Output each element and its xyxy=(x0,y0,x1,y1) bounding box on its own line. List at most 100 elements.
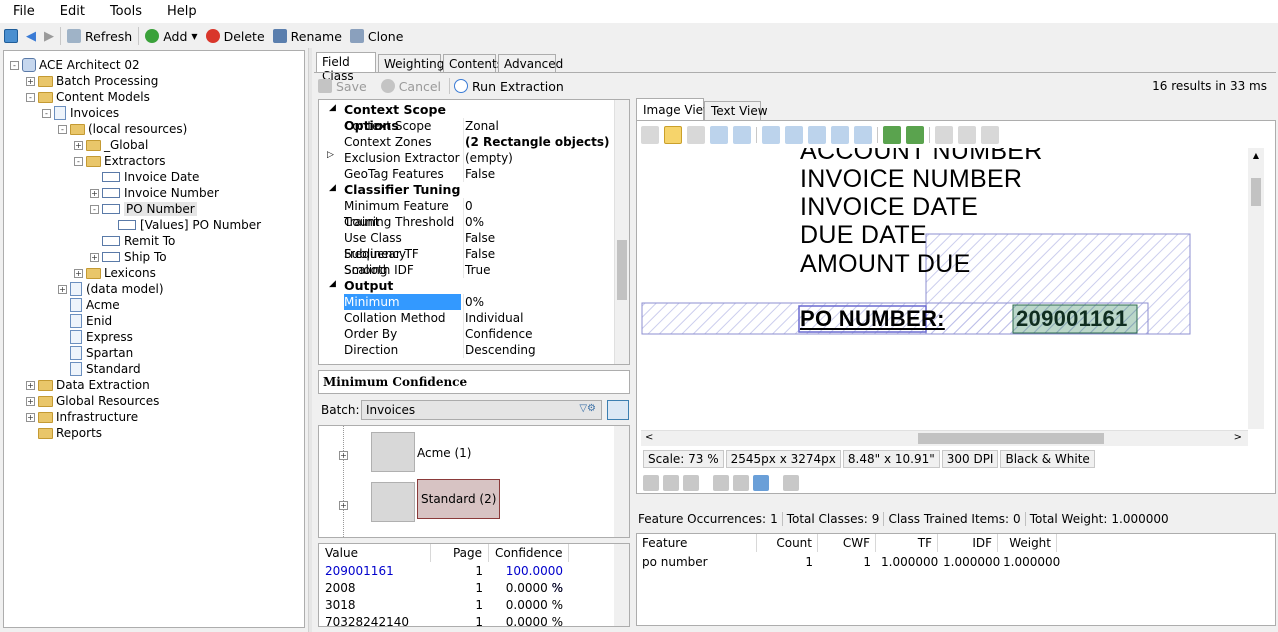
property-row[interactable]: Context Scope Zonal xyxy=(319,118,615,134)
property-value[interactable]: (empty) xyxy=(465,150,513,166)
tree-node[interactable]: Remit To xyxy=(90,233,175,249)
tree-node[interactable]: + Data Extraction xyxy=(26,377,150,393)
property-row[interactable]: Smooth IDF True xyxy=(319,262,615,278)
document-thumbnail[interactable] xyxy=(371,432,415,472)
select-zone-icon[interactable] xyxy=(687,126,705,144)
tab-weightings[interactable]: Weightings xyxy=(378,54,451,72)
zoom-in-icon[interactable] xyxy=(762,126,780,144)
column-header[interactable]: Weight xyxy=(998,534,1057,552)
property-value[interactable]: 0% xyxy=(465,294,484,310)
tab-advanced[interactable]: Advanced xyxy=(498,54,563,72)
property-row[interactable]: Order By Confidence xyxy=(319,326,615,342)
document-image[interactable]: ACCOUNT NUMBER INVOICE NUMBER INVOICE DA… xyxy=(641,148,1248,429)
property-value[interactable]: Confidence xyxy=(465,326,532,342)
scroll-thumb[interactable] xyxy=(617,240,627,300)
property-scrollbar[interactable] xyxy=(614,100,629,364)
zoom-out-icon[interactable] xyxy=(785,126,803,144)
tab-field-class[interactable]: Field Class xyxy=(316,52,376,83)
refresh-button[interactable]: Refresh xyxy=(63,25,136,47)
tree-node[interactable]: + (data model) xyxy=(58,281,164,297)
property-value[interactable]: Descending xyxy=(465,342,536,358)
filter-icon[interactable] xyxy=(683,475,699,491)
property-value[interactable]: Individual xyxy=(465,310,523,326)
expand-toggle[interactable]: + xyxy=(339,451,348,460)
clone-button[interactable]: Clone xyxy=(346,25,407,47)
add-button[interactable]: Add ▼ xyxy=(141,25,201,47)
menu-tools[interactable]: Tools xyxy=(97,4,154,19)
save-button[interactable]: Save xyxy=(336,79,367,94)
rotate-icon[interactable] xyxy=(753,475,769,491)
column-header[interactable]: Count xyxy=(757,534,818,552)
delete-button[interactable]: Delete xyxy=(202,25,269,47)
property-value[interactable]: Zonal xyxy=(465,118,499,134)
zoom-actual-icon[interactable] xyxy=(854,126,872,144)
feature-grid[interactable]: Feature Count CWF TF IDF Weight po number 1 1 1.0… xyxy=(636,533,1276,626)
forward-button[interactable]: ▶ xyxy=(40,25,58,47)
property-row[interactable]: ◢ Output xyxy=(319,278,615,294)
tab-contents[interactable]: Contents xyxy=(443,54,503,72)
expand-toggle[interactable]: - xyxy=(58,124,67,134)
expand-toggle[interactable]: - xyxy=(74,156,83,166)
tree-node[interactable]: Reports xyxy=(26,425,102,441)
menu-edit[interactable]: Edit xyxy=(47,4,97,19)
sync-tree-button[interactable] xyxy=(0,25,22,47)
tree-node[interactable]: - ACE Architect 02 xyxy=(10,57,140,73)
property-row[interactable]: ▷ Exclusion Extractor (empty) xyxy=(319,150,615,166)
property-row[interactable]: Direction Descending xyxy=(319,342,615,358)
tree-node[interactable]: - Invoices xyxy=(42,105,119,121)
table-row[interactable]: 3018 1 0.0000 % xyxy=(319,597,615,614)
tree-node[interactable]: Express xyxy=(58,329,133,345)
expand-toggle[interactable]: + xyxy=(26,76,35,86)
column-header[interactable]: TF xyxy=(876,534,938,552)
rename-button[interactable]: Rename xyxy=(269,25,346,47)
expand-toggle[interactable]: - xyxy=(42,108,51,118)
column-header[interactable]: Page xyxy=(431,544,489,562)
tree-node[interactable]: + Global Resources xyxy=(26,393,159,409)
column-header[interactable]: CWF xyxy=(818,534,876,552)
column-header[interactable]: Confidence xyxy=(489,544,569,562)
tree-node[interactable]: - PO Number xyxy=(90,201,197,217)
undo-icon[interactable] xyxy=(783,475,799,491)
thumbnail-label[interactable]: Acme (1) xyxy=(417,446,471,460)
tree-node[interactable]: - Extractors xyxy=(74,153,166,169)
image-vertical-scrollbar[interactable]: ▲ xyxy=(1248,148,1264,429)
rotate-right-icon[interactable] xyxy=(883,126,901,144)
menu-file[interactable]: File xyxy=(0,4,47,19)
expand-toggle[interactable]: + xyxy=(26,412,35,422)
menu-help[interactable]: Help xyxy=(154,4,209,19)
tree-node[interactable]: + Invoice Number xyxy=(90,185,219,201)
pointer-icon[interactable] xyxy=(641,126,659,144)
back-button[interactable]: ◀ xyxy=(22,25,40,47)
print-icon[interactable] xyxy=(935,126,953,144)
deskew-icon[interactable] xyxy=(643,475,659,491)
zoom-fit-icon[interactable] xyxy=(733,126,751,144)
tree-node[interactable]: Invoice Date xyxy=(90,169,199,185)
property-row[interactable]: Training Threshold 0% xyxy=(319,214,615,230)
tree-node[interactable]: + Lexicons xyxy=(74,265,156,281)
thumb-scrollbar[interactable] xyxy=(614,426,629,537)
table-row[interactable]: 2008 1 0.0000 % xyxy=(319,580,615,597)
tree-node[interactable]: + _Global xyxy=(74,137,148,153)
settings-icon[interactable] xyxy=(981,126,999,144)
expand-toggle[interactable]: + xyxy=(74,268,83,278)
tree-node[interactable]: - (local resources) xyxy=(58,121,187,137)
expand-toggle[interactable]: - xyxy=(90,204,99,214)
property-row[interactable]: GeoTag Features False xyxy=(319,166,615,182)
expand-toggle[interactable]: - xyxy=(26,92,35,102)
tree-node[interactable]: - Content Models xyxy=(26,89,150,105)
tab-text-view[interactable]: Text View xyxy=(704,101,768,120)
cancel-button[interactable]: Cancel xyxy=(399,79,441,94)
property-row[interactable]: Collation Method Individual xyxy=(319,310,615,326)
column-header[interactable]: IDF xyxy=(938,534,998,552)
tree-node[interactable]: + Infrastructure xyxy=(26,409,138,425)
document-thumbnail[interactable] xyxy=(371,482,415,522)
tree-node[interactable]: [Values] PO Number xyxy=(106,217,261,233)
expand-toggle[interactable]: + xyxy=(90,188,99,198)
thumbnail-label[interactable]: Standard (2) xyxy=(417,479,501,519)
crop-icon[interactable] xyxy=(733,475,749,491)
zoom-page-icon[interactable] xyxy=(831,126,849,144)
zoom-rect-icon[interactable] xyxy=(710,126,728,144)
rotate-left-icon[interactable] xyxy=(906,126,924,144)
column-header[interactable]: Feature xyxy=(637,534,757,552)
property-value[interactable]: False xyxy=(465,246,495,262)
